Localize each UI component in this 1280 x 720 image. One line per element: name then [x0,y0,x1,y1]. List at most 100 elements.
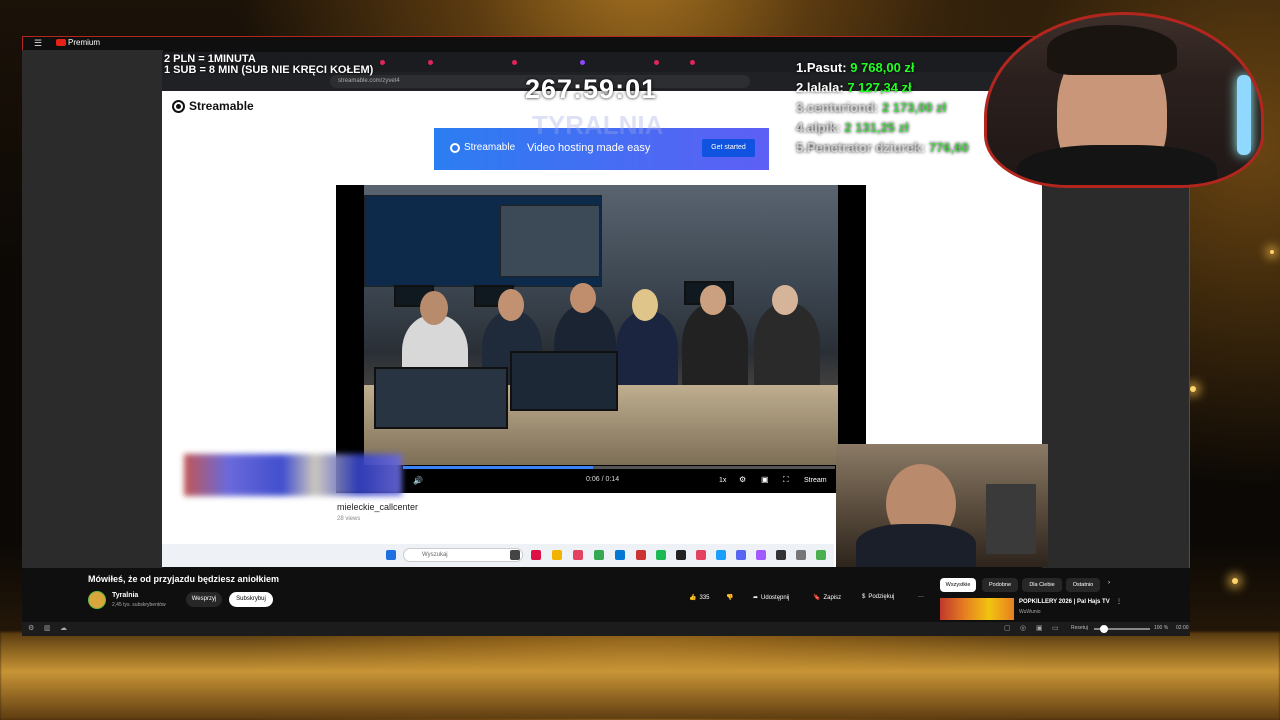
chip-recent[interactable]: Ostatnio [1066,578,1100,592]
tab-icon[interactable] [380,60,385,65]
sparkle [1270,250,1274,254]
status-icon[interactable]: ▢ [1004,624,1011,632]
monitor [374,367,508,429]
streamable-icon [172,99,185,113]
channel-subs: 2,45 tys. subskrybentów [112,602,166,608]
tab-icon[interactable] [428,60,433,65]
save-button[interactable]: 🔖 Zapisz [813,594,841,602]
app-icon[interactable] [615,550,625,560]
status-icon[interactable]: ▣ [1036,624,1043,632]
player-brand[interactable]: Stream [804,477,827,484]
recommended-channel[interactable]: WuWunio [1019,609,1041,615]
taskview-icon[interactable] [510,550,520,560]
light [1237,75,1251,155]
folder-icon[interactable] [552,550,562,560]
thanks-icon: $ [862,594,866,600]
dislike-icon[interactable]: 👎 [726,594,733,601]
youtube-play-icon [56,39,66,46]
app-icon[interactable] [696,550,706,560]
person [616,311,678,395]
support-button[interactable]: Wesprzyj [186,592,222,607]
chair [986,484,1036,554]
more-button[interactable]: ··· [918,594,924,600]
tab-icon[interactable] [654,60,659,65]
chip-all[interactable]: Wszystkie [940,578,976,592]
windows-start-icon[interactable] [386,550,396,560]
head [498,289,524,321]
hamburger-icon[interactable]: ☰ [34,38,42,49]
shirt [1017,145,1217,185]
gear-icon[interactable]: ⚙ [28,624,34,632]
chip-related[interactable]: Podobne [982,578,1018,592]
taskbar-search[interactable]: Wyszukaj [403,548,523,562]
app-icon[interactable] [573,550,583,560]
pip-icon[interactable]: ▣ [761,475,769,484]
recommended-title[interactable]: POPKILLERY 2026 | Pal Hajs TV [1019,599,1110,605]
share-button[interactable]: ➦ Udostępnij [753,594,789,602]
clock: 02:00 [1176,625,1189,631]
sparkle [1232,578,1238,584]
app-icon[interactable] [776,550,786,560]
streamable-icon [450,142,460,153]
leaderboard-row: 2.lalala: 7 127,34 zł [796,80,912,95]
recommended-thumbnail[interactable] [940,598,1014,620]
chevron-right-icon[interactable]: › [1108,580,1110,586]
wall-screen [500,205,600,277]
subathon-timer: 267:59:01 [525,74,658,104]
chrome-icon[interactable] [594,550,604,560]
youtube-logo[interactable]: Premium [56,38,100,47]
sparkle [1190,386,1196,392]
app-icon[interactable] [756,550,766,560]
tab-icon[interactable] [512,60,517,65]
panel-icon[interactable]: ▥ [44,624,51,632]
channel-avatar[interactable] [88,591,106,609]
progress-fill [403,466,593,469]
streamable-logo[interactable]: Streamable [172,99,254,113]
tab-icon[interactable] [690,60,695,65]
leaderboard-row: 5.Penetrator dziurek: 776,60 [796,140,969,155]
video-player[interactable] [336,185,866,493]
speed-button[interactable]: 1x [719,477,726,484]
tab-icon[interactable] [580,60,585,65]
settings-icon[interactable]: ⚙ [739,475,746,484]
volume-icon[interactable]: 🔊 [413,476,423,485]
head [772,285,798,315]
fullscreen-icon[interactable]: ⛶ [783,475,789,485]
share-icon: ➦ [753,595,759,601]
like-button[interactable]: 👍 335 [689,594,710,602]
guest-webcam [836,444,1048,567]
discord-icon[interactable] [736,550,746,560]
status-icon[interactable]: ▭ [1052,624,1059,632]
blurred-overlay [184,454,402,496]
subscribe-button[interactable]: Subskrybuj [229,592,273,607]
player-time: 0:06 / 0:14 [586,476,620,483]
app-icon[interactable] [676,550,686,560]
head [420,291,448,325]
steam-icon[interactable] [716,550,726,560]
thanks-button[interactable]: $ Podziękuj [862,594,894,600]
channel-name[interactable]: Tyralnia [112,592,138,599]
head [700,285,726,315]
spotify-icon[interactable] [656,550,666,560]
hair [1047,25,1177,75]
gold-glow [0,632,1280,720]
chip-for-you[interactable]: Dla Ciebie [1022,578,1062,592]
app-icon[interactable] [531,550,541,560]
status-icon[interactable]: ◎ [1020,624,1026,632]
recommended-more-icon[interactable]: ⋮ [1116,598,1122,605]
cloud-icon[interactable]: ☁ [60,624,67,632]
thumbs-up-icon: 👍 [689,595,697,601]
monitor [510,351,618,411]
settings-icon[interactable] [796,550,806,560]
app-icon[interactable] [636,550,646,560]
video-views: 28 views [337,516,361,522]
video-frame [364,185,838,465]
zoom-reset[interactable]: Resetuj [1071,625,1088,631]
get-started-button[interactable]: Get started [702,139,755,157]
app-icon[interactable] [816,550,826,560]
leaderboard-row: 3.centuriond: 2 173,00 zł [796,100,947,115]
shirt [856,524,976,567]
donate-rate-line: 1 SUB = 8 MIN (SUB NIE KRĘCI KOŁEM) [164,64,374,76]
head [570,283,596,313]
zoom-knob[interactable] [1100,625,1108,633]
